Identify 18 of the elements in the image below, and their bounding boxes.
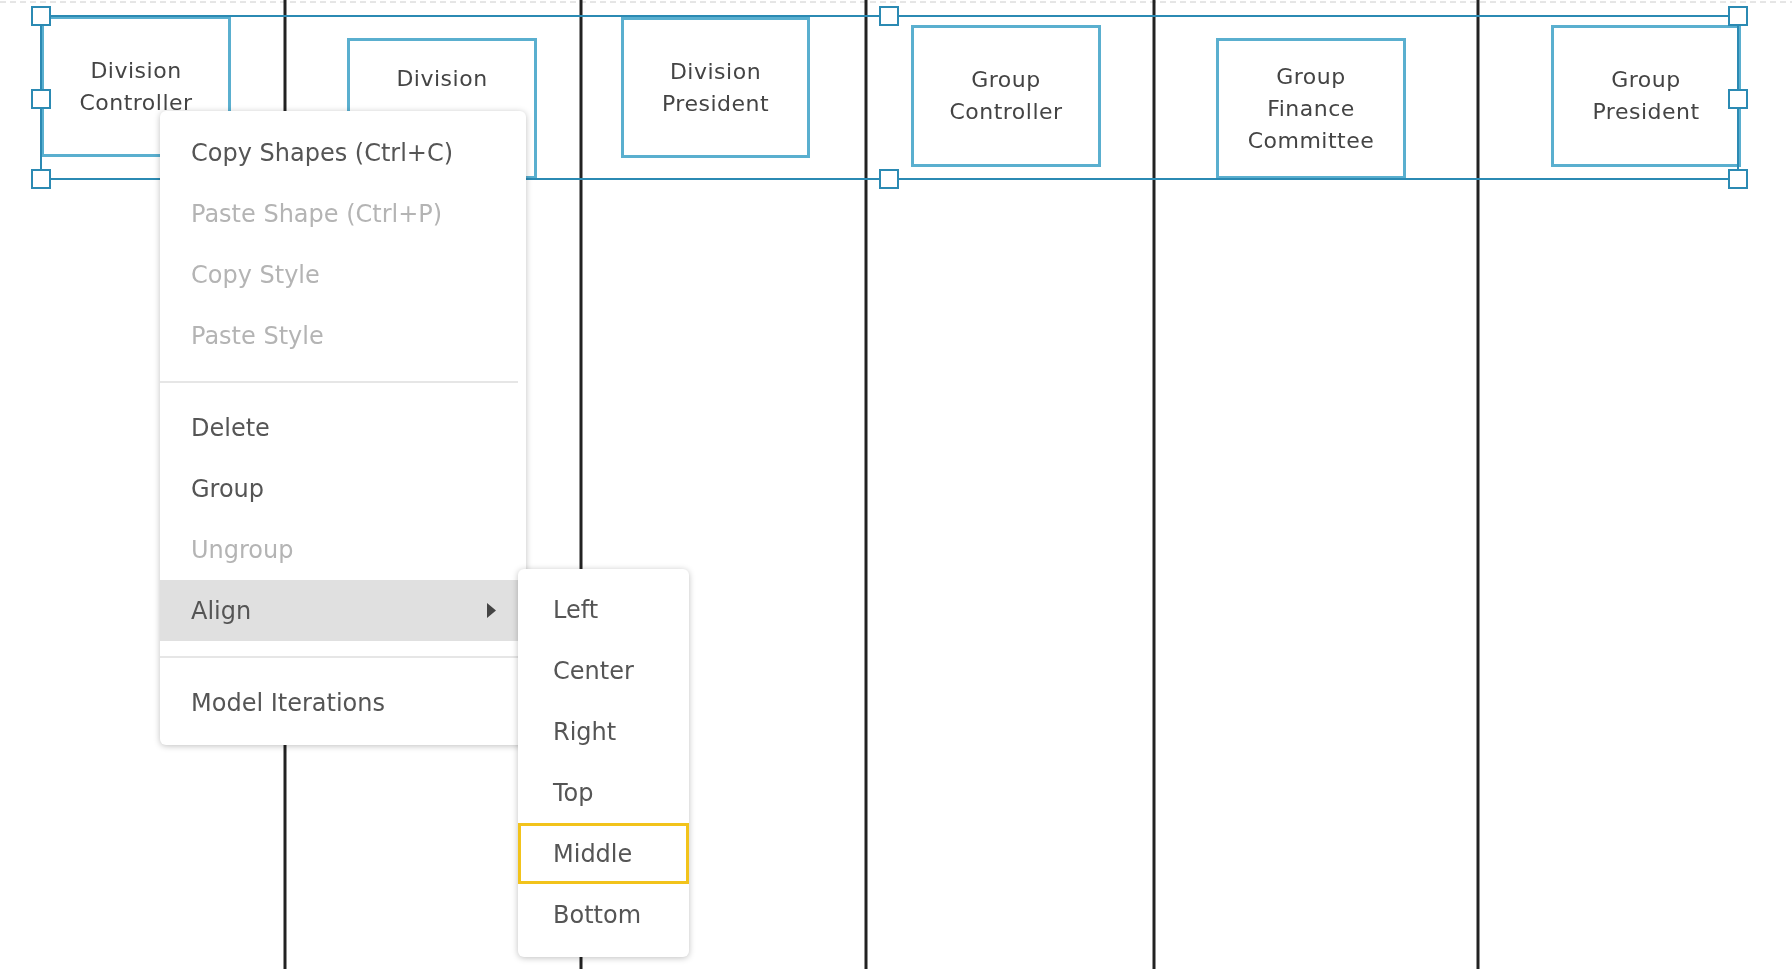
node-label: Group President [1591, 66, 1701, 126]
node-label: Division Controller [78, 56, 194, 117]
submenu-item[interactable]: Align [160, 580, 518, 641]
menu-item[interactable]: Middle [518, 823, 689, 884]
menu-item[interactable]: Center [518, 640, 689, 701]
menu-item[interactable]: Model Iterations [160, 672, 518, 733]
node-label: Division [396, 65, 488, 93]
menu-item[interactable]: Copy Shapes (Ctrl+C) [160, 122, 518, 183]
node-label: Division President [660, 57, 771, 118]
menu-item-label: Align [191, 596, 252, 625]
menu-item[interactable]: Top [518, 762, 689, 823]
menu-item[interactable]: Right [518, 701, 689, 762]
menu-item[interactable]: Left [518, 579, 689, 640]
menu-item[interactable]: Delete [160, 397, 518, 458]
node-label: Group Controller [948, 66, 1064, 126]
node-label: Group Finance Committee [1246, 62, 1376, 155]
menu-item[interactable]: Group [160, 458, 518, 519]
menu-item[interactable]: Bottom [518, 884, 689, 945]
